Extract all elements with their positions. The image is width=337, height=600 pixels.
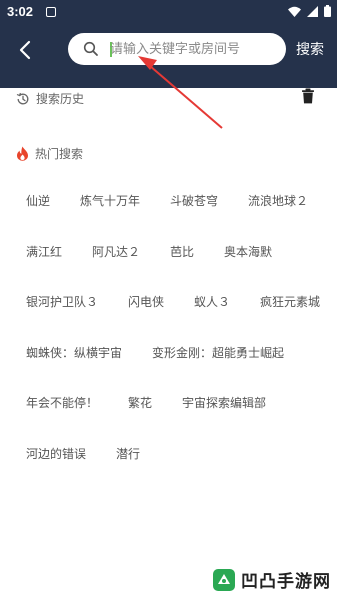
hot-search-item[interactable]: 流浪地球２ — [232, 184, 322, 217]
hot-row: 河边的错误 潜行 — [10, 437, 330, 488]
hot-search-item[interactable]: 芭比 — [154, 235, 208, 268]
status-bar: 3:02 — [0, 0, 337, 24]
history-icon — [16, 92, 29, 104]
hot-search-item[interactable]: 年会不能停！ — [10, 386, 112, 419]
hot-search-item[interactable]: 宇宙探索编辑部 — [166, 386, 280, 419]
trash-icon[interactable] — [301, 88, 315, 104]
hot-search-item[interactable]: 变形金刚：超能勇士崛起 — [136, 336, 298, 369]
hot-row: 年会不能停！ 繁花 宇宙探索编辑部 — [10, 386, 330, 437]
history-title: 搜索历史 — [36, 92, 85, 106]
hot-search-item[interactable]: 阿凡达２ — [76, 235, 154, 268]
hot-search-item[interactable]: 闪电侠 — [112, 285, 178, 318]
hot-search-item[interactable]: 蚁人３ — [178, 285, 244, 318]
hot-search-item[interactable]: 河边的错误 — [10, 437, 100, 470]
hot-search-list: 仙逆 炼气十万年 斗破苍穹 流浪地球２ 满江红 阿凡达２ 芭比 奥本海默 银河护卫队３ 闪电侠 蚁人… — [10, 184, 330, 487]
history-header: 搜索历史 — [16, 90, 84, 107]
search-box[interactable] — [68, 33, 286, 65]
hot-row: 蜘蛛侠：纵横宇宙 变形金刚：超能勇士崛起 — [10, 336, 330, 387]
hot-search-item[interactable]: 疯狂元素城 — [244, 285, 334, 318]
signal-icon — [307, 5, 318, 17]
notification-icon — [46, 7, 56, 17]
hot-search-item[interactable]: 仙逆 — [10, 184, 64, 217]
fire-icon — [17, 146, 28, 161]
hot-search-item[interactable]: 繁花 — [112, 386, 166, 419]
hot-row: 满江红 阿凡达２ 芭比 奥本海默 — [10, 235, 330, 286]
wifi-icon — [288, 6, 301, 17]
watermark: 凹凸手游网 — [213, 567, 331, 592]
hot-search-item[interactable]: 蜘蛛侠：纵横宇宙 — [10, 336, 136, 369]
watermark-text: 凹凸手游网 — [241, 572, 331, 592]
search-icon — [83, 41, 98, 56]
battery-icon — [324, 5, 331, 17]
hot-search-item[interactable]: 斗破苍穹 — [154, 184, 232, 217]
hot-header: 热门搜索 — [16, 145, 83, 162]
hot-search-item[interactable]: 银河护卫队３ — [10, 285, 112, 318]
hot-search-item[interactable]: 满江红 — [10, 235, 76, 268]
watermark-logo — [213, 568, 235, 591]
hot-title: 热门搜索 — [35, 147, 84, 161]
hot-search-item[interactable]: 炼气十万年 — [64, 184, 154, 217]
search-button[interactable]: 搜索 — [296, 39, 324, 59]
top-bar: 3:02 搜索 — [0, 0, 337, 88]
arrow-left-icon[interactable] — [14, 38, 38, 62]
hot-search-item[interactable]: 潜行 — [100, 437, 154, 470]
search-input[interactable] — [110, 39, 278, 59]
status-time: 3:02 — [7, 4, 34, 19]
hot-row: 银河护卫队３ 闪电侠 蚁人３ 疯狂元素城 — [10, 285, 330, 336]
hot-search-item[interactable]: 奥本海默 — [208, 235, 286, 268]
hot-row: 仙逆 炼气十万年 斗破苍穹 流浪地球２ — [10, 184, 330, 235]
